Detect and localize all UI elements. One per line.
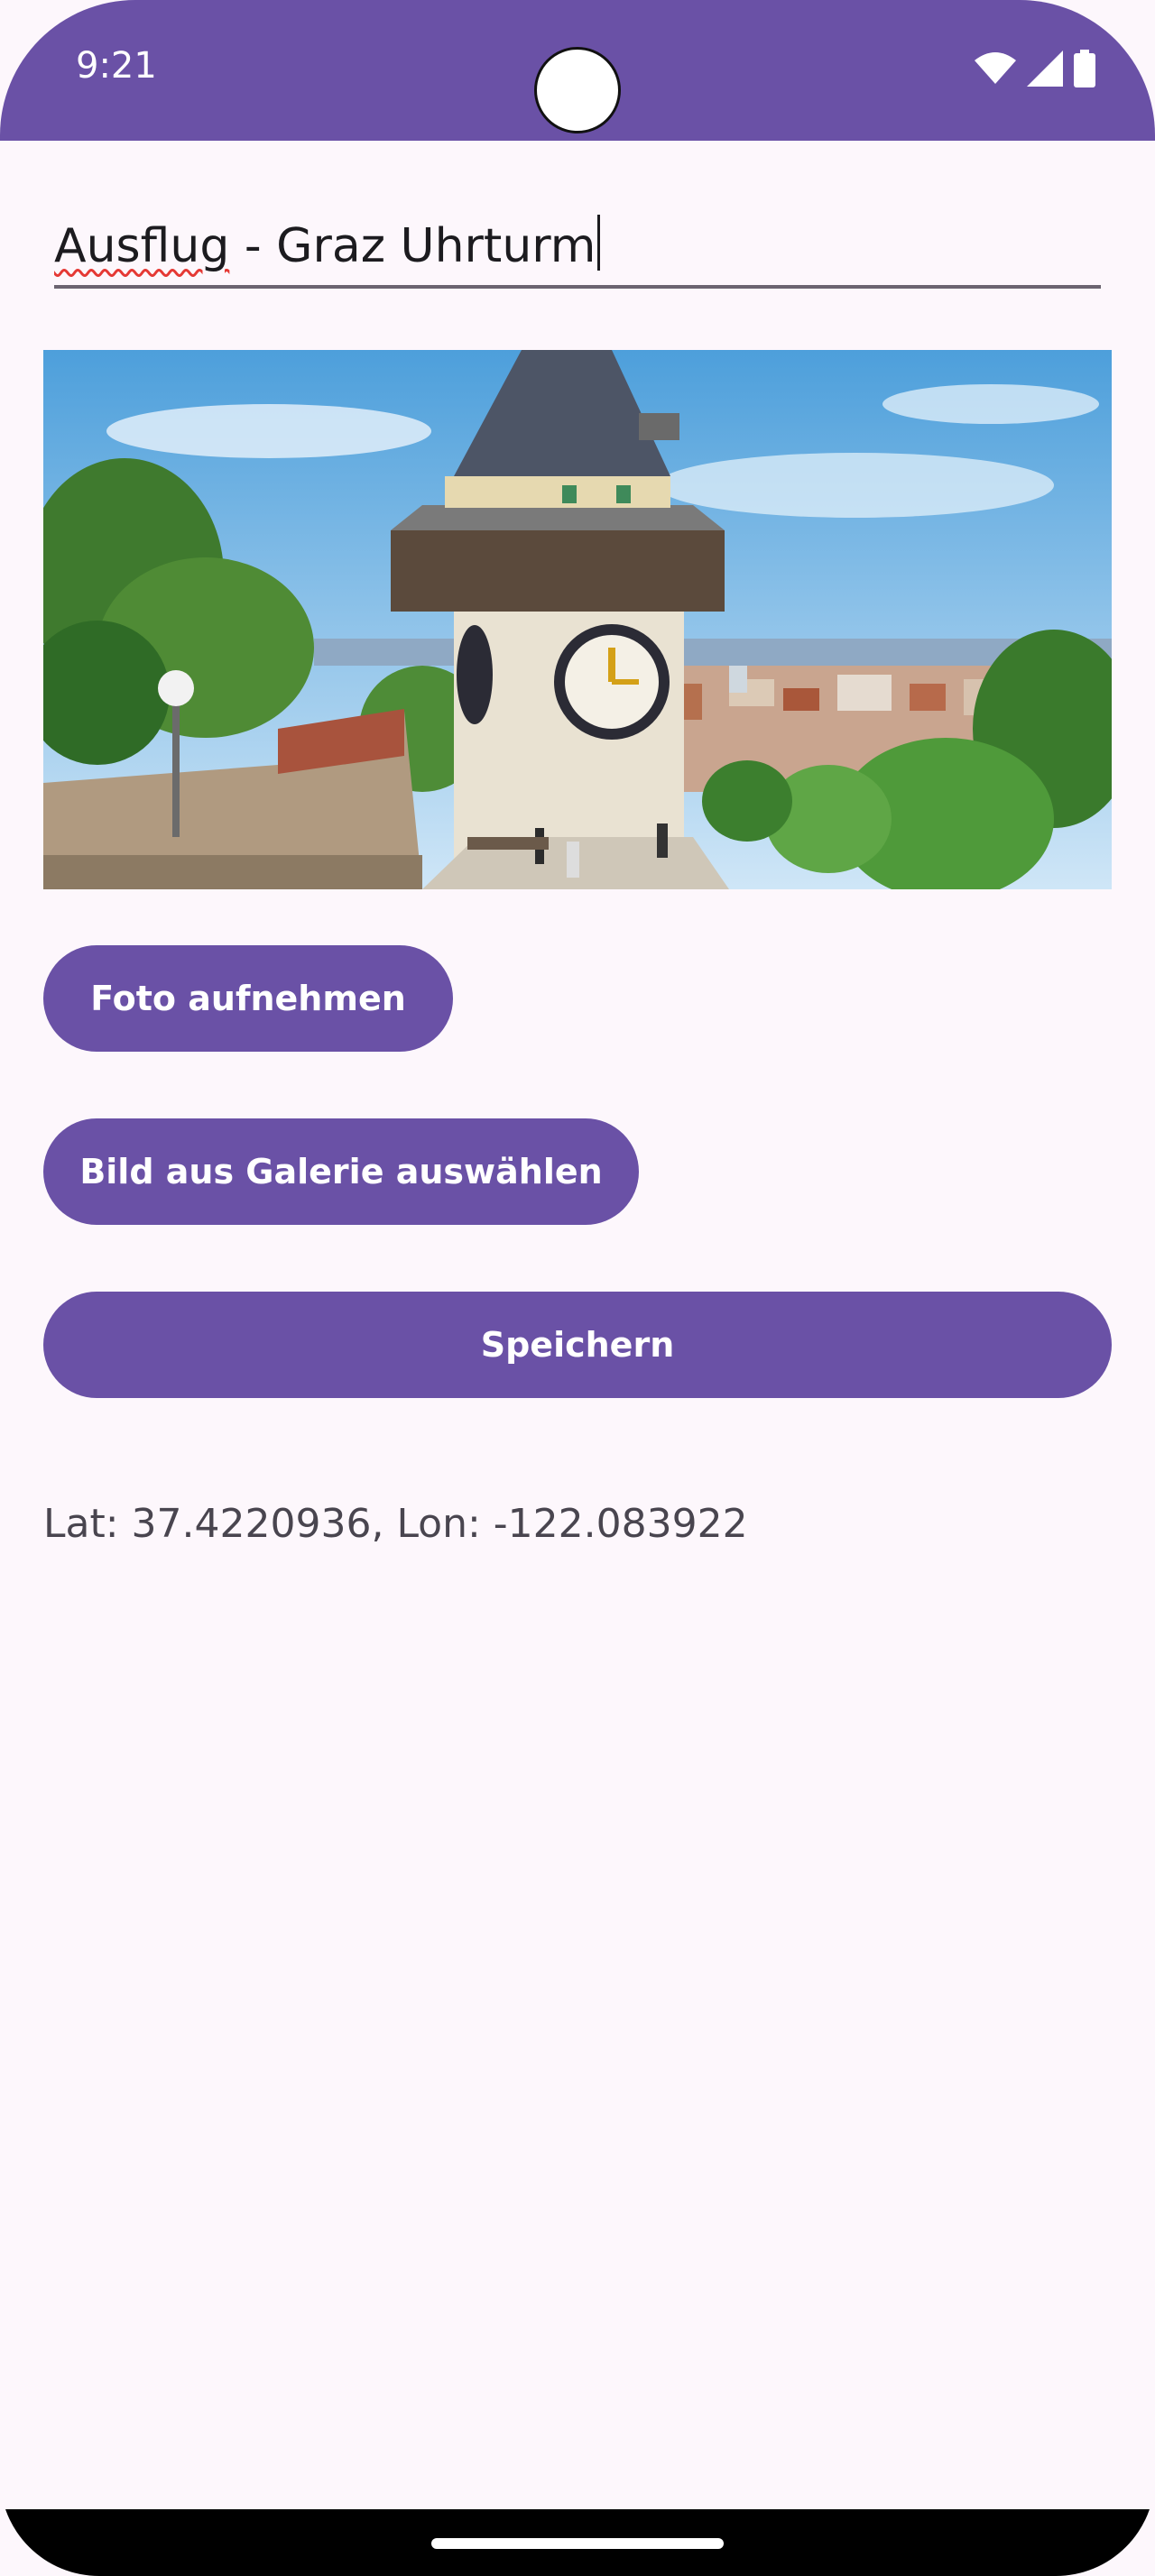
title-input-value: Ausflug - Graz Uhrturm bbox=[54, 215, 601, 273]
text-caret bbox=[597, 215, 601, 271]
title-rest: - Graz Uhrturm bbox=[229, 219, 596, 273]
home-indicator[interactable] bbox=[431, 2538, 724, 2549]
selected-photo bbox=[43, 350, 1112, 889]
signal-icon bbox=[1027, 51, 1063, 87]
wifi-icon bbox=[975, 52, 1016, 84]
pick-from-gallery-button[interactable]: Bild aus Galerie auswählen bbox=[43, 1118, 639, 1225]
clock-tower-photo bbox=[43, 350, 1112, 889]
location-coordinates: Lat: 37.4220936, Lon: -122.083922 bbox=[43, 1501, 748, 1547]
camera-cutout bbox=[534, 47, 621, 133]
app-screen: 9:21 Ausflug - Graz Uhrturm Foto aufnehm… bbox=[0, 0, 1155, 2576]
navigation-bar bbox=[0, 2509, 1155, 2576]
status-icons bbox=[975, 49, 1095, 88]
title-input[interactable]: Ausflug - Graz Uhrturm bbox=[54, 206, 1101, 289]
status-bar: 9:21 bbox=[0, 0, 1155, 141]
battery-icon bbox=[1074, 50, 1095, 87]
status-time: 9:21 bbox=[76, 45, 157, 87]
take-photo-button[interactable]: Foto aufnehmen bbox=[43, 945, 453, 1052]
save-button[interactable]: Speichern bbox=[43, 1292, 1112, 1398]
title-misspelled-word: Ausflug bbox=[54, 219, 230, 273]
